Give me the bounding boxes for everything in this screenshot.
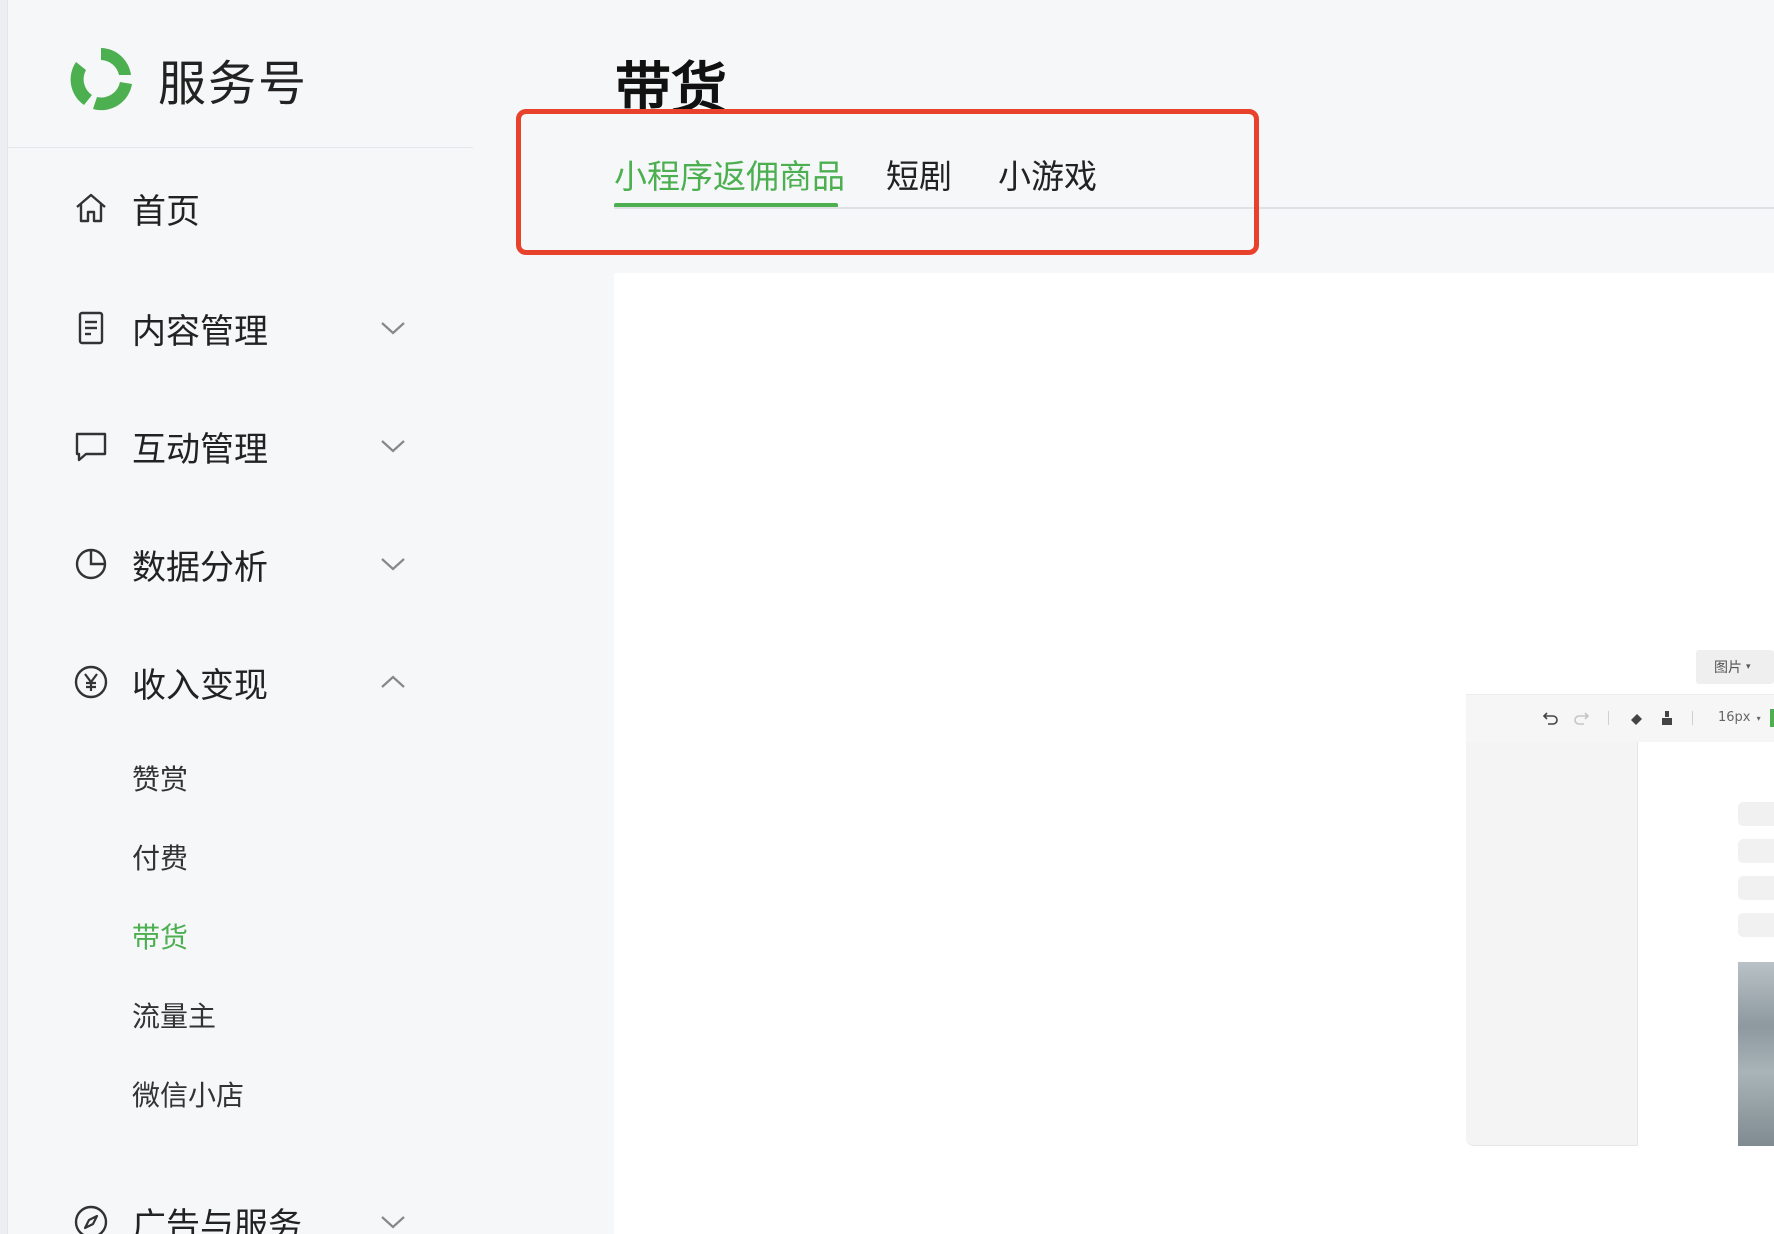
caret-down-icon: ▾: [1746, 662, 1751, 672]
home-icon: [76, 193, 106, 223]
eraser-icon[interactable]: [1628, 709, 1646, 727]
sidebar-divider: [8, 147, 473, 148]
sidebar-item-content-management[interactable]: 内容管理: [8, 298, 473, 358]
tab-short-drama[interactable]: 短剧: [886, 150, 952, 198]
image-dropdown[interactable]: 图片 ▾: [1696, 650, 1774, 684]
caret-down-icon: ▾: [1756, 714, 1761, 723]
chat-bubble-icon: [75, 432, 107, 462]
image-dropdown-label: 图片: [1714, 660, 1742, 676]
skeleton-line: [1738, 839, 1774, 863]
sidebar-item-label: 互动管理: [132, 429, 268, 470]
chevron-down-icon: [381, 558, 405, 571]
sidebar-subitem-paid[interactable]: 付费: [132, 837, 188, 881]
format-brush-icon[interactable]: [1658, 709, 1676, 727]
toolbar-separator: [1608, 711, 1609, 725]
skeleton-line: [1738, 876, 1774, 900]
editor-preview: 图片 ▾ 16px ▾: [1466, 650, 1774, 1146]
document-icon: [78, 311, 104, 345]
window-edge: [0, 0, 8, 1234]
editor-side-panel: [1466, 742, 1638, 1146]
compass-icon: [74, 1205, 108, 1234]
yen-coin-icon: [74, 665, 108, 699]
sidebar-item-data-analysis[interactable]: 数据分析: [8, 534, 473, 594]
editor-toolbar: 16px ▾: [1466, 694, 1774, 742]
tab-mini-game[interactable]: 小游戏: [998, 150, 1097, 198]
brand-name: 服务号: [158, 56, 309, 112]
pie-chart-icon: [75, 548, 107, 580]
preview-image: [1738, 962, 1774, 1146]
skeleton-line: [1738, 802, 1774, 826]
sidebar-subitem-traffic-owner[interactable]: 流量主: [132, 995, 216, 1039]
sidebar-item-home[interactable]: 首页: [8, 178, 473, 238]
sidebar-item-label: 内容管理: [132, 311, 268, 352]
sidebar-item-label: 收入变现: [132, 665, 268, 706]
tab-bar-divider: [614, 207, 1774, 209]
sidebar-item-label: 首页: [132, 191, 200, 232]
chevron-down-icon: [381, 440, 405, 453]
chevron-up-icon: [381, 675, 405, 688]
sidebar-item-label: 广告与服务: [132, 1205, 302, 1234]
sidebar: 服务号 首页 内容管理 互动管理 数据分析 收入变现 赞赏 付费 带货 流量主 …: [8, 0, 473, 1234]
page-title: 带货: [615, 57, 727, 122]
chevron-down-icon: [381, 322, 405, 335]
sidebar-item-interaction-management[interactable]: 互动管理: [8, 416, 473, 476]
service-account-logo-icon: [70, 48, 132, 111]
sidebar-item-label: 数据分析: [132, 547, 268, 588]
toolbar-separator: [1692, 711, 1693, 725]
sidebar-subitem-selling[interactable]: 带货: [132, 916, 188, 960]
tab-mini-program-commission[interactable]: 小程序返佣商品: [614, 150, 845, 198]
font-size-label: 16px: [1718, 710, 1751, 725]
undo-icon[interactable]: [1542, 709, 1560, 727]
sidebar-item-monetization[interactable]: 收入变现: [8, 652, 473, 712]
sidebar-item-ads-services[interactable]: 广告与服务: [8, 1192, 473, 1234]
chevron-down-icon: [381, 1216, 405, 1229]
skeleton-line: [1738, 913, 1774, 937]
sidebar-subitem-wechat-store[interactable]: 微信小店: [132, 1074, 244, 1118]
sidebar-subitem-tipping[interactable]: 赞赏: [132, 758, 188, 802]
color-swatch[interactable]: [1770, 709, 1774, 727]
redo-icon[interactable]: [1572, 709, 1590, 727]
brand[interactable]: 服务号: [64, 42, 308, 116]
font-size-select[interactable]: 16px ▾: [1718, 710, 1761, 725]
